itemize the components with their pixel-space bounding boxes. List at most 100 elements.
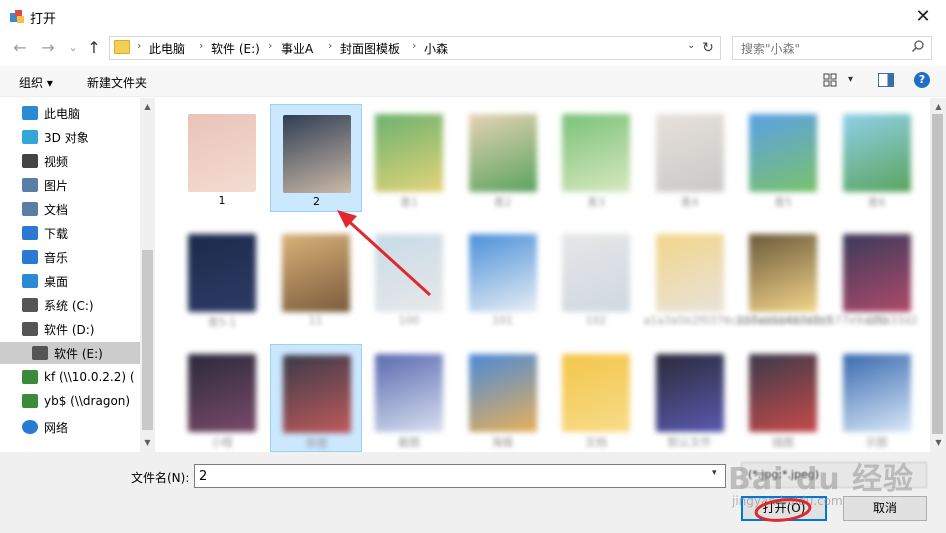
file-item[interactable]: 青6 xyxy=(831,104,923,212)
file-item[interactable]: 100 xyxy=(831,224,923,332)
music-icon xyxy=(22,250,38,264)
file-thumbnail xyxy=(282,355,351,433)
view-dropdown-button[interactable]: ▾ xyxy=(848,74,853,85)
breadcrumb-separator: › xyxy=(328,39,333,52)
desktop-icon xyxy=(22,274,38,288)
sidebar-item[interactable]: yb$ (\\dragon) xyxy=(22,390,140,412)
file-item[interactable]: 文档 xyxy=(550,344,642,452)
help-icon[interactable]: ? xyxy=(914,72,930,88)
sidebar-item[interactable]: 软件 (E:) xyxy=(0,342,140,364)
content-scroll-down[interactable]: ▼ xyxy=(931,438,946,447)
file-name: 青2 xyxy=(493,196,512,209)
file-item[interactable]: 102 xyxy=(550,224,642,332)
file-item[interactable]: 青5 xyxy=(737,104,829,212)
file-item[interactable]: 示图 xyxy=(831,344,923,452)
up-button[interactable]: ↑ xyxy=(83,38,105,58)
new-folder-button[interactable]: 新建文件夹 xyxy=(87,74,147,91)
folder-icon xyxy=(114,40,130,54)
address-bar[interactable]: › 此电脑 › 软件 (E:) › 事业A › 封面图模板 › 小森 ⌄ xyxy=(109,36,721,60)
file-name: b37ad5b48d48b577e9ad5a33d2 xyxy=(737,314,918,327)
filename-input[interactable] xyxy=(194,464,726,488)
file-item[interactable]: 1 xyxy=(176,104,268,212)
sidebar-item[interactable]: 下载 xyxy=(22,222,140,244)
sidebar-item[interactable]: 此电脑 xyxy=(22,102,140,124)
filename-dropdown-button[interactable]: ▾ xyxy=(712,468,717,478)
address-dropdown-button[interactable]: ⌄ xyxy=(687,40,695,51)
file-item[interactable]: 100 xyxy=(363,224,455,332)
file-thumbnail xyxy=(375,354,443,432)
drive-icon xyxy=(32,346,48,360)
sidebar-item[interactable]: 软件 (D:) xyxy=(22,318,140,340)
refresh-button[interactable]: ↻ xyxy=(697,37,719,59)
file-item[interactable]: 海报 xyxy=(457,344,549,452)
file-thumbnail xyxy=(281,234,350,312)
file-thumbnail xyxy=(655,354,724,432)
drive-icon xyxy=(22,322,38,336)
back-button[interactable]: ← xyxy=(9,38,31,58)
breadcrumb-separator: › xyxy=(268,39,273,52)
sidebar-scroll-thumb[interactable] xyxy=(142,250,153,430)
file-item[interactable]: 青4 xyxy=(644,104,736,212)
breadcrumb-xiaosen[interactable]: 小森 xyxy=(424,40,448,57)
view-options-icon[interactable] xyxy=(823,73,837,87)
content-scroll-up[interactable]: ▲ xyxy=(931,102,946,111)
file-name: 海报 xyxy=(491,436,514,449)
sidebar-item-label: 图片 xyxy=(44,178,69,193)
file-item[interactable]: 青3 xyxy=(550,104,642,212)
file-thumbnail xyxy=(188,354,256,432)
sidebar-item[interactable]: 视频 xyxy=(22,150,140,172)
sidebar-item[interactable]: 文档 xyxy=(22,198,140,220)
file-item[interactable]: 默认文件 xyxy=(644,344,736,452)
title-bar xyxy=(0,0,946,32)
breadcrumb-separator: › xyxy=(137,39,142,52)
sidebar-item[interactable]: kf (\\10.0.2.2) ( xyxy=(22,366,140,388)
sidebar-scroll-down[interactable]: ▼ xyxy=(140,438,155,447)
filename-label: 文件名(N): xyxy=(131,471,190,485)
file-item[interactable]: 截图 xyxy=(363,344,455,452)
sidebar-item[interactable]: 音乐 xyxy=(22,246,140,268)
sidebar-item[interactable]: 图片 xyxy=(22,174,140,196)
sidebar-item[interactable]: 桌面 xyxy=(22,270,140,292)
breadcrumb-separator: › xyxy=(199,39,204,52)
breadcrumb-cover-templates[interactable]: 封面图模板 xyxy=(340,40,400,57)
file-item[interactable]: 11 xyxy=(270,224,362,332)
file-name: 青1 xyxy=(400,196,418,209)
file-thumbnail xyxy=(375,234,443,312)
file-item[interactable]: 101 xyxy=(457,224,549,332)
sidebar-item[interactable]: 系统 (C:) xyxy=(22,294,140,316)
file-item[interactable]: a1a3a5b2f0376c2b8ebad4a7a1c5 xyxy=(644,224,833,332)
network-drive-icon xyxy=(22,394,38,408)
file-item[interactable]: 2 xyxy=(269,104,362,212)
breadcrumb-shiye-a[interactable]: 事业A xyxy=(281,40,313,57)
file-name: 青6 xyxy=(867,196,886,209)
breadcrumb-this-pc[interactable]: 此电脑 xyxy=(149,40,185,57)
sidebar-item[interactable]: 3D 对象 xyxy=(22,126,140,148)
file-item[interactable]: 原图 xyxy=(269,344,362,452)
file-item[interactable]: 插图 xyxy=(737,344,829,452)
file-thumbnail xyxy=(188,114,256,192)
file-thumbnail xyxy=(562,234,630,312)
file-item[interactable]: 青2 xyxy=(457,104,549,212)
sidebar-item-label: 3D 对象 xyxy=(44,130,89,145)
file-list: 1 2 青1 青2 青3 青4 青5 青6 青5-1 11 100 101 102 a1a3a5b2f03… xyxy=(160,98,930,452)
file-name: 文档 xyxy=(585,436,607,449)
organize-button[interactable]: 组织 ▾ xyxy=(19,74,53,91)
file-item[interactable]: 青1 xyxy=(363,104,455,212)
close-button[interactable]: ✕ xyxy=(900,0,946,32)
sidebar-scroll-up[interactable]: ▲ xyxy=(140,102,155,111)
sidebar-item[interactable]: 网络 xyxy=(22,416,140,438)
file-thumbnail xyxy=(562,354,630,432)
forward-button[interactable]: → xyxy=(37,38,59,58)
file-name: 截图 xyxy=(398,436,420,449)
breadcrumb-drive-e[interactable]: 软件 (E:) xyxy=(211,40,260,57)
file-thumbnail xyxy=(655,114,724,192)
file-item[interactable]: b37ad5b48d48b577e9ad5a33d2 xyxy=(737,224,918,332)
preview-pane-icon[interactable] xyxy=(878,73,894,87)
search-input[interactable]: 搜索"小森" xyxy=(732,36,932,60)
file-item[interactable]: 青5-1 xyxy=(176,224,268,332)
content-scroll-thumb[interactable] xyxy=(932,114,943,434)
file-thumbnail xyxy=(375,114,443,192)
file-thumbnail xyxy=(468,234,537,312)
recent-locations-button[interactable]: ⌄ xyxy=(62,38,84,58)
file-item[interactable]: 小程 xyxy=(176,344,268,452)
